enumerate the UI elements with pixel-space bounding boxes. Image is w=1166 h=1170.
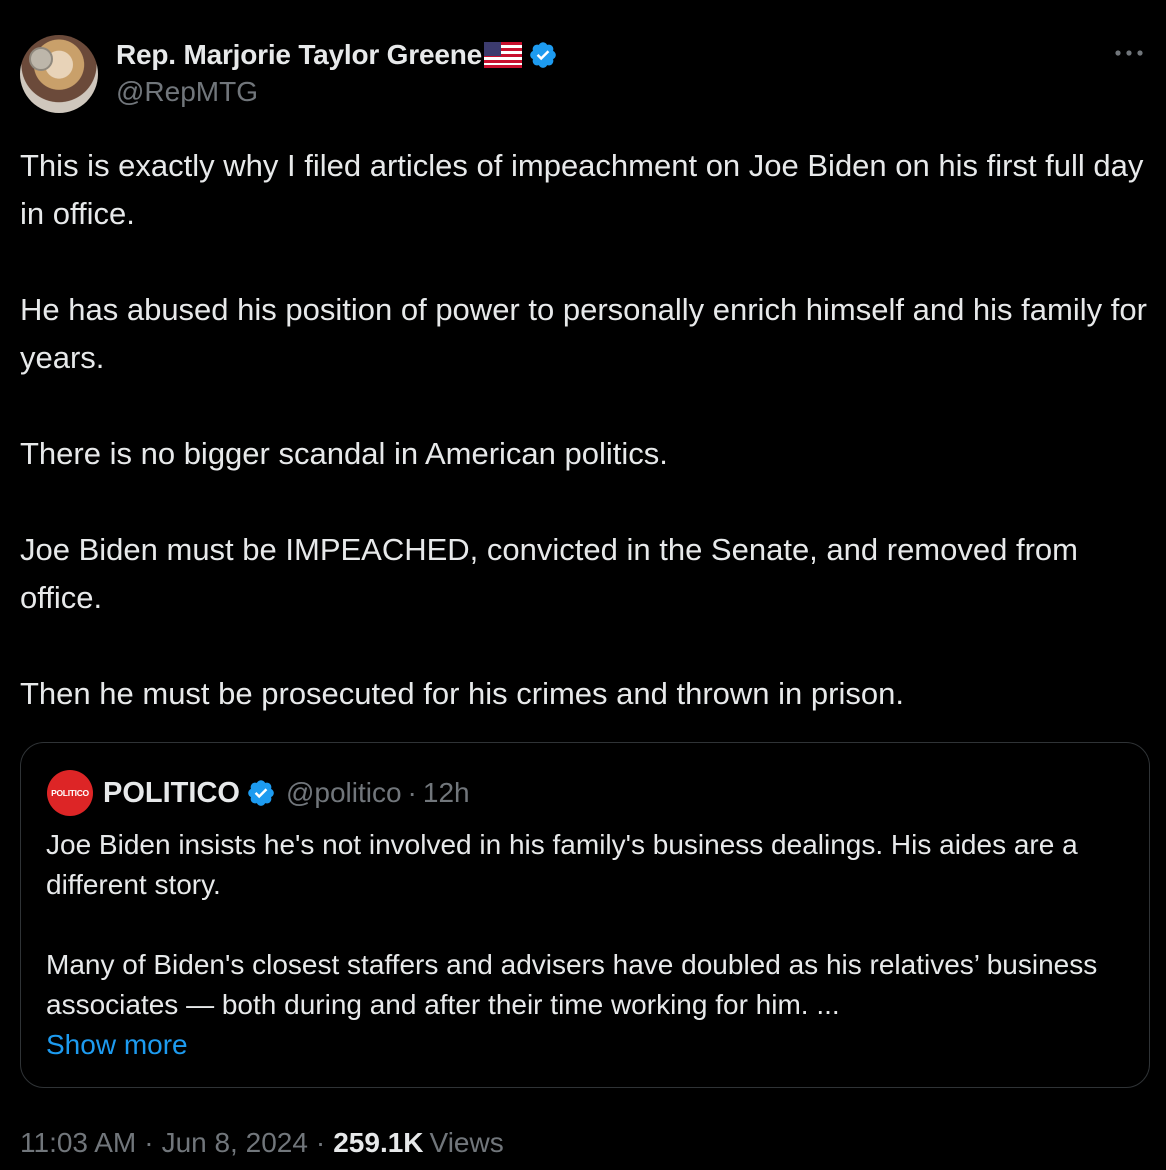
quoted-tweet-text: Joe Biden insists he's not involved in h… bbox=[46, 825, 1126, 1065]
author-handle[interactable]: @RepMTG bbox=[116, 76, 558, 108]
author-block: Rep. Marjorie Taylor Greene @RepMTG bbox=[116, 37, 558, 108]
tweet-paragraph: He has abused his position of power to p… bbox=[20, 292, 1147, 375]
separator-dot: · bbox=[407, 777, 417, 808]
separator-dot: · bbox=[144, 1127, 154, 1158]
more-dots-icon[interactable] bbox=[1112, 40, 1146, 66]
views-count[interactable]: 259.1K bbox=[333, 1127, 423, 1159]
quoted-paragraph: Joe Biden insists he's not involved in h… bbox=[46, 829, 1078, 900]
separator-dot: · bbox=[315, 1127, 326, 1158]
quoted-author-handle[interactable]: @politico bbox=[286, 777, 402, 809]
verified-badge-icon[interactable] bbox=[528, 40, 558, 70]
tweet-meta: 11:03 AM · Jun 8, 2024 · 259.1K Views bbox=[20, 1122, 504, 1164]
tweet: Rep. Marjorie Taylor Greene @RepMTG This… bbox=[0, 0, 1166, 1170]
quoted-paragraph: Many of Biden's closest staffers and adv… bbox=[46, 949, 1098, 1020]
tweet-date[interactable]: Jun 8, 2024 bbox=[162, 1127, 308, 1159]
tweet-paragraph: Joe Biden must be IMPEACHED, convicted i… bbox=[20, 532, 1078, 615]
seal-graphic bbox=[29, 47, 53, 71]
us-flag-icon bbox=[483, 42, 522, 68]
author-avatar[interactable] bbox=[20, 35, 98, 113]
quoted-timestamp[interactable]: 12h bbox=[423, 777, 470, 809]
quoted-author-name[interactable]: POLITICO bbox=[103, 777, 240, 810]
show-more-link[interactable]: Show more bbox=[46, 1025, 1126, 1065]
politico-logo-avatar[interactable]: POLITICO bbox=[47, 770, 93, 816]
tweet-text: This is exactly why I filed articles of … bbox=[20, 142, 1150, 718]
verified-badge-icon[interactable] bbox=[246, 778, 276, 808]
tweet-paragraph: Then he must be prosecuted for his crime… bbox=[20, 676, 904, 711]
author-name[interactable]: Rep. Marjorie Taylor Greene bbox=[116, 39, 482, 71]
tweet-paragraph: There is no bigger scandal in American p… bbox=[20, 436, 668, 471]
views-label: Views bbox=[429, 1127, 504, 1158]
tweet-paragraph: This is exactly why I filed articles of … bbox=[20, 148, 1144, 231]
tweet-time[interactable]: 11:03 AM bbox=[20, 1127, 136, 1159]
quoted-tweet-card[interactable]: POLITICO POLITICO @politico · 12h Joe Bi… bbox=[20, 742, 1150, 1088]
quoted-tweet-header: POLITICO POLITICO @politico · 12h bbox=[47, 770, 470, 816]
